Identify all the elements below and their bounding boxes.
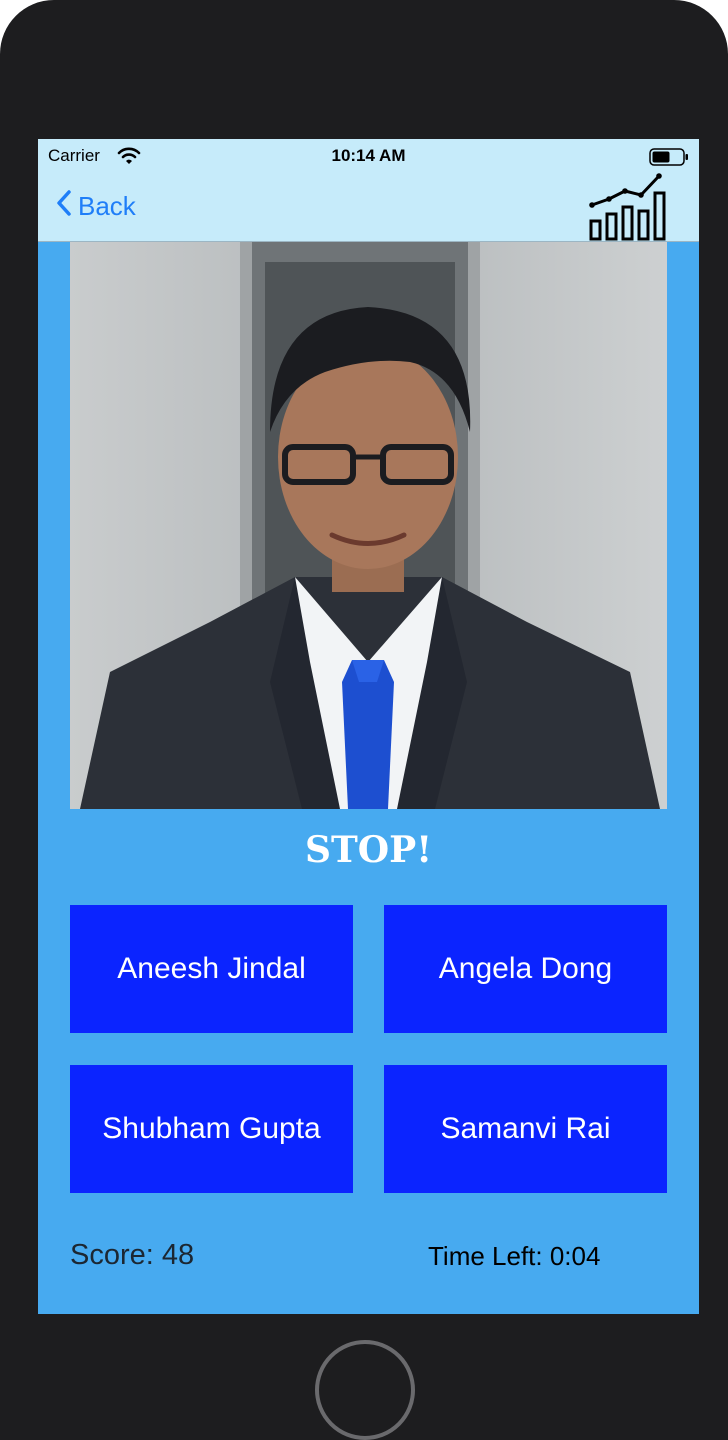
status-time: 10:14 AM [331,146,406,165]
answer-button-2[interactable]: Angela Dong [384,905,667,1033]
score-label: Score: 48 [70,1239,195,1271]
app-screen: Carrier 10:14 AM Back STOP! Aneesh Jinda… [38,139,699,1314]
stats-button[interactable] [587,171,669,246]
battery-icon [649,148,689,171]
back-label: Back [78,191,136,221]
time-left-label: Time Left: 0:04 [428,1241,601,1271]
status-bar: Carrier 10:14 AM [38,139,699,173]
result-headline: STOP! [304,829,433,871]
answer-button-1[interactable]: Aneesh Jindal [70,905,353,1033]
bar-chart-trend-icon [589,173,666,241]
back-button[interactable]: Back [56,189,136,224]
device-frame: Carrier 10:14 AM Back STOP! Aneesh Jinda… [0,0,728,1440]
answer-button-4[interactable]: Samanvi Rai [384,1065,667,1193]
person-photo [70,242,667,809]
chevron-left-icon [56,189,72,224]
navigation-bar: Carrier 10:14 AM Back [38,139,699,242]
answer-button-3[interactable]: Shubham Gupta [70,1065,353,1193]
home-button[interactable] [315,1340,415,1440]
